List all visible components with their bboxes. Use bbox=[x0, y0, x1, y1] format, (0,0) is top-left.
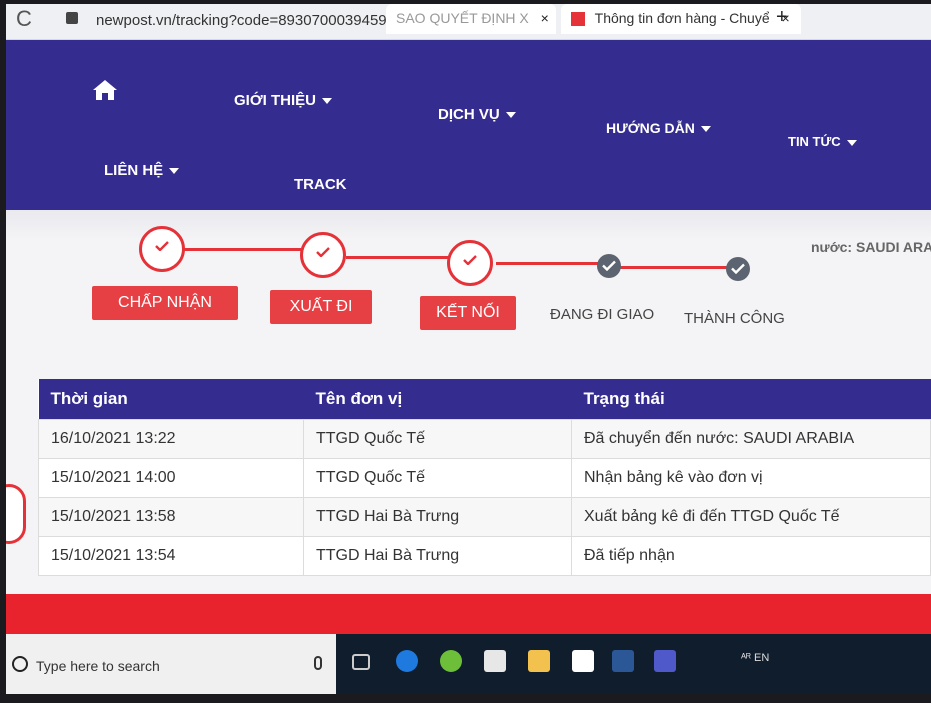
column-header: Tên đơn vị bbox=[303, 379, 572, 420]
step-pending-marker bbox=[597, 254, 621, 278]
cell-time: 15/10/2021 13:54 bbox=[38, 536, 304, 576]
check-icon bbox=[731, 263, 745, 274]
cell-status: Nhận bảng kê vào đơn vị bbox=[571, 458, 931, 498]
check-icon bbox=[463, 255, 477, 265]
task-view-icon[interactable] bbox=[352, 654, 370, 670]
step-done-marker bbox=[300, 232, 346, 278]
nav-item-track[interactable]: TRACK bbox=[294, 176, 347, 193]
progress-line bbox=[618, 266, 738, 269]
cell-time: 15/10/2021 13:58 bbox=[38, 497, 304, 537]
edge-icon[interactable] bbox=[396, 650, 418, 672]
system-tray[interactable]: ᴬᴿ EN bbox=[741, 652, 769, 664]
teams-icon[interactable] bbox=[654, 650, 676, 672]
cell-status: Đã tiếp nhận bbox=[571, 536, 931, 576]
column-header: Thời gian bbox=[38, 379, 304, 420]
new-tab-button[interactable]: + bbox=[776, 6, 788, 29]
tab-label: SAO QUYẾT ĐỊNH X bbox=[396, 10, 529, 26]
step-done-marker bbox=[139, 226, 185, 272]
table-row: 15/10/2021 13:58 TTGD Hai Bà Trưng Xuất … bbox=[38, 497, 931, 537]
cell-unit: TTGD Hai Bà Trưng bbox=[303, 536, 572, 576]
progress-line bbox=[181, 248, 311, 251]
nav-item-dich-vu[interactable]: DỊCH VỤ bbox=[438, 106, 516, 123]
reload-icon[interactable]: C bbox=[16, 6, 32, 32]
windows-taskbar: Type here to search ᴬᴿ EN bbox=[6, 634, 931, 694]
tab-quyet-dinh[interactable]: SAO QUYẾT ĐỊNH X × bbox=[386, 4, 556, 34]
column-header: Trạng thái bbox=[571, 379, 931, 420]
tab-label: Thông tin đơn hàng - Chuyể bbox=[594, 10, 770, 26]
word-icon[interactable] bbox=[612, 650, 634, 672]
nav-item-tin-tuc[interactable]: TIN TỨC bbox=[788, 134, 857, 149]
check-icon bbox=[155, 241, 169, 251]
progress-line bbox=[496, 262, 606, 265]
step-label-thanh-cong: THÀNH CÔNG bbox=[684, 310, 785, 327]
main-nav: GIỚI THIỆU DỊCH VỤ HƯỚNG DẪN TIN TỨC LIÊ… bbox=[6, 40, 931, 210]
search-input[interactable]: Type here to search bbox=[36, 658, 160, 674]
table-header-row: Thời gian Tên đơn vị Trạng thái bbox=[38, 379, 931, 420]
browser-app-icon[interactable] bbox=[440, 650, 462, 672]
cell-time: 16/10/2021 13:22 bbox=[38, 419, 304, 459]
store-icon[interactable] bbox=[484, 650, 506, 672]
microphone-icon[interactable] bbox=[314, 656, 322, 670]
address-bar[interactable]: newpost.vn/tracking?code=893070003945902 bbox=[96, 12, 403, 29]
nav-item-lien-he[interactable]: LIÊN HỆ bbox=[104, 162, 180, 179]
step-label-chap-nhan: CHẤP NHẬN bbox=[92, 286, 238, 320]
step-label-ket-noi: KẾT NỐI bbox=[420, 296, 516, 330]
cortana-icon bbox=[12, 656, 28, 672]
tab-order-info[interactable]: Thông tin đơn hàng - Chuyể × bbox=[561, 4, 801, 34]
notes-icon[interactable] bbox=[572, 650, 594, 672]
folder-icon[interactable] bbox=[528, 650, 550, 672]
check-icon bbox=[602, 260, 616, 271]
chevron-down-icon bbox=[846, 139, 857, 146]
cell-status: Đã chuyển đến nước: SAUDI ARABIA bbox=[571, 419, 931, 459]
nav-item-gioi-thieu[interactable]: GIỚI THIỆU bbox=[234, 92, 332, 109]
chevron-down-icon bbox=[700, 126, 711, 133]
close-icon[interactable]: × bbox=[541, 10, 549, 26]
step-pending-marker bbox=[726, 257, 750, 281]
destination-text: nước: SAUDI ARA bbox=[811, 239, 931, 255]
nav-item-huong-dan[interactable]: HƯỚNG DẪN bbox=[606, 120, 711, 136]
pdf-icon bbox=[571, 12, 585, 27]
table-row: 16/10/2021 13:22 TTGD Quốc Tế Đã chuyển … bbox=[38, 419, 931, 459]
step-done-marker bbox=[447, 240, 493, 286]
side-widget[interactable] bbox=[6, 484, 26, 544]
step-label-dang-di-giao: ĐANG ĐI GIAO bbox=[550, 306, 655, 323]
chevron-down-icon bbox=[321, 98, 332, 105]
chevron-down-icon bbox=[505, 112, 516, 119]
cell-status: Xuất bảng kê đi đến TTGD Quốc Tế bbox=[571, 497, 931, 537]
cell-unit: TTGD Hai Bà Trưng bbox=[303, 497, 572, 537]
check-icon bbox=[316, 247, 330, 257]
cell-unit: TTGD Quốc Tế bbox=[303, 419, 572, 459]
step-label-xuat-di: XUẤT ĐI bbox=[270, 290, 372, 324]
taskbar-search[interactable]: Type here to search bbox=[6, 634, 336, 694]
tracking-table: Thời gian Tên đơn vị Trạng thái 16/10/20… bbox=[38, 379, 931, 576]
screen: C newpost.vn/tracking?code=8930700039459… bbox=[6, 4, 931, 694]
table-row: 15/10/2021 13:54 TTGD Hai Bà Trưng Đã ti… bbox=[38, 536, 931, 576]
progress-line bbox=[346, 256, 456, 259]
chevron-down-icon bbox=[169, 168, 180, 175]
table-row: 15/10/2021 14:00 TTGD Quốc Tế Nhận bảng … bbox=[38, 458, 931, 498]
home-icon[interactable] bbox=[92, 78, 118, 102]
cell-time: 15/10/2021 14:00 bbox=[38, 458, 304, 498]
page-footer bbox=[6, 594, 931, 634]
lock-icon bbox=[66, 12, 78, 24]
browser-chrome: C newpost.vn/tracking?code=8930700039459… bbox=[6, 4, 931, 40]
cell-unit: TTGD Quốc Tế bbox=[303, 458, 572, 498]
